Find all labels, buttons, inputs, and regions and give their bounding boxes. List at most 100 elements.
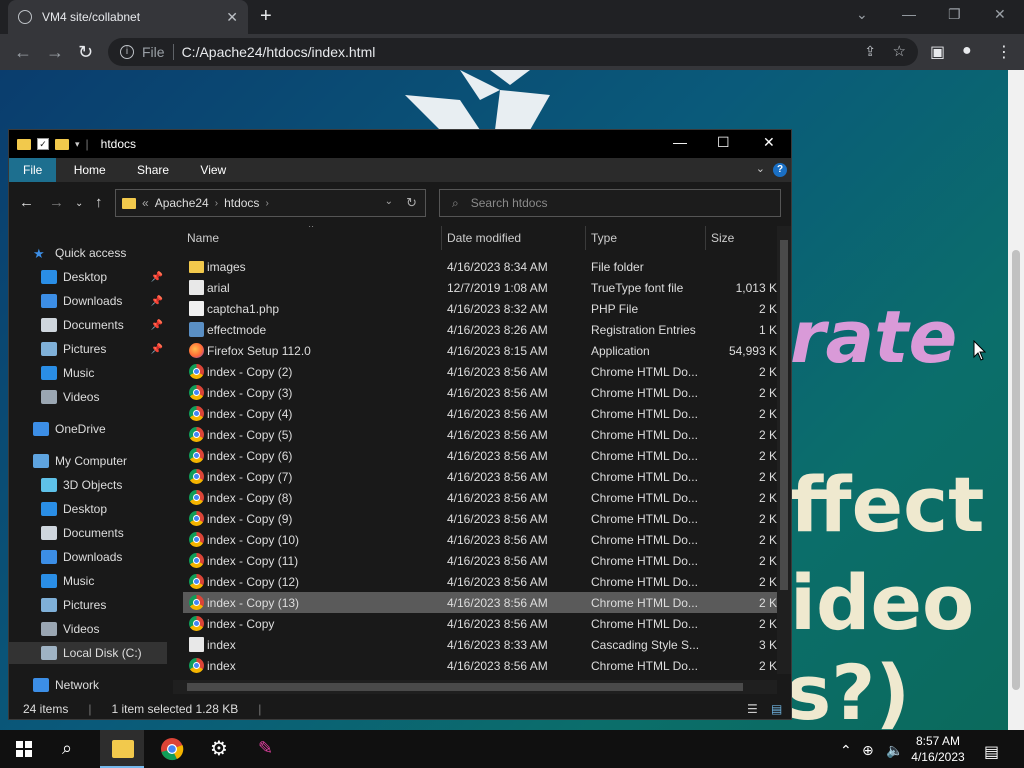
tab-search-icon[interactable]: ⌄ [856, 6, 868, 23]
file-row[interactable]: index - Copy (6) 4/16/2023 8:56 AM Chrome … [183, 445, 777, 466]
properties-icon[interactable]: ✓ [37, 138, 49, 150]
file-row[interactable]: Firefox Setup 112.0 4/16/2023 8:15 AM Appl… [183, 340, 777, 361]
file-list-horizontal-scrollbar[interactable] [173, 680, 777, 694]
nav-item-pictures[interactable]: Pictures 📌 [9, 338, 167, 360]
file-row[interactable]: effectmode 4/16/2023 8:26 AM Registration … [183, 319, 777, 340]
column-size[interactable]: Size [711, 231, 734, 245]
notifications-icon[interactable]: ▤ [984, 742, 999, 762]
ribbon-tab-view[interactable]: View [186, 158, 240, 182]
forward-button[interactable]: → [46, 42, 64, 63]
file-row[interactable]: index - Copy (8) 4/16/2023 8:56 AM Chrome … [183, 487, 777, 508]
minimize-button[interactable]: — [902, 6, 916, 22]
nav-item-music[interactable]: Music [9, 570, 167, 592]
chevron-right-icon[interactable]: › [265, 198, 268, 209]
customize-toolbar-icon[interactable]: ▾ [75, 139, 80, 150]
ribbon-tab-home[interactable]: Home [60, 158, 120, 182]
close-window-button[interactable]: ✕ [994, 6, 1006, 23]
profile-icon[interactable]: ● [962, 42, 972, 60]
recent-locations-icon[interactable]: ⌄ [75, 198, 83, 209]
details-view-icon[interactable]: ☰ [747, 702, 758, 716]
column-type[interactable]: Type [591, 231, 617, 245]
file-row[interactable]: index - Copy 4/16/2023 8:56 AM Chrome HTML… [183, 613, 777, 634]
vertical-scroll-thumb[interactable] [780, 240, 788, 590]
chevron-right-icon[interactable]: › [215, 198, 218, 209]
column-date-modified[interactable]: Date modified [447, 231, 521, 245]
file-row[interactable]: index - Copy (7) 4/16/2023 8:56 AM Chrome … [183, 466, 777, 487]
explorer-titlebar[interactable]: ✓ ▾ | htdocs — ☐ ✕ [9, 130, 791, 158]
windows-start-icon[interactable] [16, 741, 32, 757]
browser-scroll-thumb[interactable] [1012, 250, 1020, 690]
nav-item-quick-access[interactable]: ★ Quick access [9, 242, 167, 264]
new-folder-icon[interactable] [55, 138, 69, 150]
tiles-view-icon[interactable]: ▤ [771, 702, 782, 716]
back-button[interactable]: ← [14, 42, 32, 63]
file-row[interactable]: index - Copy (9) 4/16/2023 8:56 AM Chrome … [183, 508, 777, 529]
nav-item-my-computer[interactable]: My Computer [9, 450, 167, 472]
file-row[interactable]: index 4/16/2023 8:33 AM Cascading Style S.… [183, 634, 777, 655]
search-icon[interactable]: ⌕ [62, 738, 72, 759]
explorer-close-button[interactable]: ✕ [763, 134, 775, 151]
explorer-search-input[interactable]: ⌕ Search htdocs [439, 189, 781, 217]
explorer-back-button[interactable]: ← [19, 194, 34, 211]
nav-item-network[interactable]: Network [9, 674, 167, 696]
file-row[interactable]: index 4/16/2023 8:56 AM Chrome HTML Do... 2… [183, 655, 777, 674]
share-icon[interactable]: ⇪ [864, 43, 876, 60]
horizontal-scroll-thumb[interactable] [187, 683, 743, 691]
up-button[interactable]: ↑ [95, 194, 103, 211]
nav-item-documents[interactable]: Documents 📌 [9, 314, 167, 336]
file-row[interactable]: index - Copy (10) 4/16/2023 8:56 AM Chrome… [183, 529, 777, 550]
nav-item-3d-objects[interactable]: 3D Objects [9, 474, 167, 496]
nav-item-onedrive[interactable]: OneDrive [9, 418, 167, 440]
nav-item-pictures[interactable]: Pictures [9, 594, 167, 616]
file-row[interactable]: captcha1.php 4/16/2023 8:32 AM PHP File 2 K… [183, 298, 777, 319]
bookmark-star-icon[interactable]: ☆ [893, 42, 906, 60]
menu-icon[interactable]: ⋮ [996, 42, 1012, 62]
url-text[interactable]: C:/Apache24/htdocs/index.html [182, 44, 376, 60]
file-row[interactable]: index - Copy (2) 4/16/2023 8:56 AM Chrome … [183, 361, 777, 382]
file-row[interactable]: index - Copy (12) 4/16/2023 8:56 AM Chrome… [183, 571, 777, 592]
address-dropdown-icon[interactable]: ⌄ [385, 196, 393, 207]
nav-item-downloads[interactable]: Downloads 📌 [9, 290, 167, 312]
file-row[interactable]: index - Copy (3) 4/16/2023 8:56 AM Chrome … [183, 382, 777, 403]
clock[interactable]: 8:57 AM 4/16/2023 [908, 733, 968, 765]
nav-item-videos[interactable]: Videos [9, 618, 167, 640]
nav-item-videos[interactable]: Videos [9, 386, 167, 408]
nav-item-desktop[interactable]: Desktop [9, 498, 167, 520]
settings-gear-icon[interactable]: ⚙ [210, 736, 228, 761]
refresh-icon[interactable]: ↻ [406, 195, 417, 211]
chrome-icon[interactable] [160, 737, 184, 761]
nav-item-documents[interactable]: Documents [9, 522, 167, 544]
file-row[interactable]: index - Copy (4) 4/16/2023 8:56 AM Chrome … [183, 403, 777, 424]
file-row[interactable]: index - Copy (11) 4/16/2023 8:56 AM Chrome… [183, 550, 777, 571]
restore-button[interactable]: ❐ [948, 6, 961, 23]
file-row[interactable]: images 4/16/2023 8:34 AM File folder [183, 256, 777, 277]
column-name[interactable]: Name [187, 231, 219, 245]
nav-item-local-disk-c[interactable]: Local Disk (C:) [9, 642, 167, 664]
file-explorer-icon[interactable] [112, 740, 134, 758]
breadcrumb-apache24[interactable]: Apache24 [155, 196, 209, 210]
browser-tab[interactable]: VM4 site/collabnet ✕ [8, 0, 248, 34]
nav-item-music[interactable]: Music [9, 362, 167, 384]
volume-icon[interactable]: 🔈 [886, 742, 903, 759]
network-globe-icon[interactable]: ⊕ [862, 742, 874, 759]
help-icon[interactable]: ? [773, 163, 787, 177]
nav-item-downloads[interactable]: Downloads [9, 546, 167, 568]
ribbon-tab-file[interactable]: File [9, 158, 57, 182]
file-row[interactable]: index - Copy (5) 4/16/2023 8:56 AM Chrome … [183, 424, 777, 445]
reload-button[interactable]: ↻ [78, 42, 93, 63]
explorer-address-bar[interactable]: « Apache24 › htdocs › ⌄ ↻ [115, 189, 426, 217]
breadcrumb-htdocs[interactable]: htdocs [224, 196, 259, 210]
file-list-vertical-scrollbar[interactable] [777, 226, 791, 674]
side-panel-icon[interactable]: ▣ [930, 42, 945, 62]
close-tab-icon[interactable]: ✕ [226, 9, 238, 26]
address-bar[interactable]: i File C:/Apache24/htdocs/index.html ⇪ ☆ [108, 38, 918, 66]
expand-ribbon-icon[interactable]: ⌄ [756, 162, 765, 175]
ribbon-tab-share[interactable]: Share [123, 158, 183, 182]
breadcrumb-overflow[interactable]: « [142, 196, 149, 210]
browser-scrollbar[interactable] [1008, 70, 1024, 730]
info-icon[interactable]: i [120, 45, 134, 59]
tray-overflow-icon[interactable]: ⌃ [840, 742, 852, 759]
file-row[interactable]: index - Copy (13) 4/16/2023 8:56 AM Chrome… [183, 592, 777, 613]
paint-brush-icon[interactable]: ✎ [258, 738, 273, 759]
explorer-maximize-button[interactable]: ☐ [717, 134, 730, 151]
